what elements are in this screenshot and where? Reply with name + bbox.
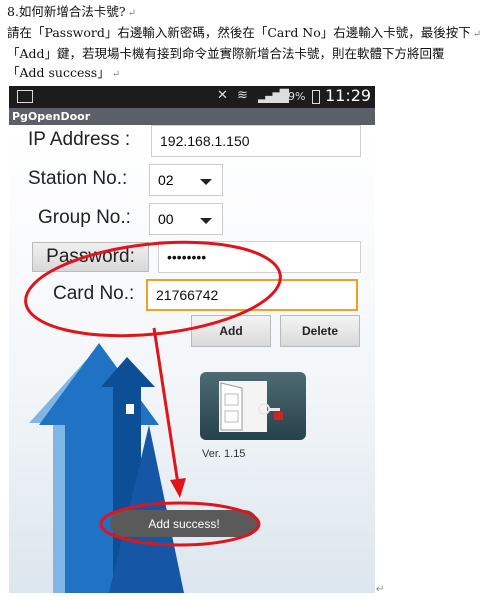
station-number-value: 02 [158,172,174,188]
status-bar: ✕ ≋ ▂▄▆█ 69% 11:29 [9,86,375,108]
clock: 11:29 [325,86,372,105]
station-number-dropdown[interactable]: 02 [149,164,223,196]
doc-line-2: 「Add」鍵，若現場卡機有接到命令並實際新增合法卡號，則在軟體下方將回覆 [7,46,445,61]
version-label: Ver. 1.15 [202,448,246,460]
add-button[interactable]: Add [191,315,271,347]
card-number-field[interactable]: 21766742 [146,279,358,311]
chevron-down-icon [200,218,212,224]
battery-percent: 69% [281,90,306,103]
doc-line-3: 「Add success」 ↵ [7,65,121,80]
battery-icon [312,90,320,104]
app-title: PgOpenDoor [9,108,375,125]
ip-address-label: IP Address : [28,129,131,150]
doc-heading: 8.如何新增合法卡號? ↵ [7,4,137,19]
door-key-icon [219,381,283,432]
instruction-text: 8.如何新增合法卡號? ↵ 請在「Password」右邊輸入新密碼，然後在「Car… [7,2,497,84]
group-number-label: Group No.: [38,207,131,228]
group-number-value: 00 [158,211,174,227]
mute-icon: ✕ [217,88,228,103]
station-number-label: Station No.: [28,168,128,189]
ip-address-field[interactable]: 192.168.1.150 [151,125,361,157]
group-number-dropdown[interactable]: 00 [149,203,223,235]
delete-button[interactable]: Delete [280,315,360,347]
phone-screenshot: ✕ ≋ ▂▄▆█ 69% 11:29 PgOpenDoor IP Address… [9,86,375,593]
chevron-down-icon [200,179,212,185]
screenshot-icon [17,90,33,103]
add-success-toast: Add success! [110,510,258,537]
wifi-icon: ≋ [237,88,248,103]
doc-line-1: 請在「Password」右邊輸入新密碼，然後在「Card No」右邊輸入卡號，最… [7,25,482,40]
app-logo-door-icon [200,372,306,440]
password-field[interactable]: •••••••• [158,241,361,273]
return-mark: ↵ [376,584,385,595]
card-number-label: Card No.: [53,283,135,304]
password-label-button[interactable]: Password: [32,242,149,272]
